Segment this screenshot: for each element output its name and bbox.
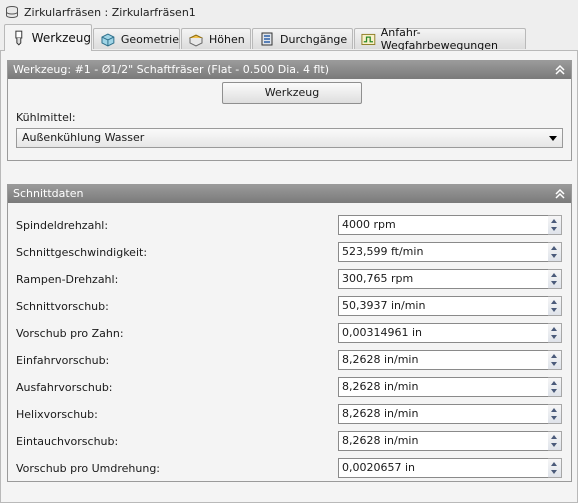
spin-down-icon[interactable] — [551, 281, 557, 285]
spin-buttons[interactable] — [548, 404, 562, 424]
linking-icon — [361, 33, 376, 45]
row-label: Schnittvorschub: — [16, 300, 109, 313]
coolant-label: Kühlmittel: — [16, 111, 76, 124]
spindle-speed-input[interactable]: 4000 rpm — [338, 215, 549, 235]
tool-section-header[interactable]: Werkzeug: #1 - Ø1/2" Schaftfräser (Flat … — [8, 61, 571, 79]
row-label: Helixvorschub: — [16, 408, 98, 421]
feed-per-revolution-row: Vorschub pro Umdrehung: 0,0020657 in — [8, 458, 573, 478]
spin-up-icon[interactable] — [551, 381, 557, 385]
cutting-speed-input[interactable]: 523,599 ft/min — [338, 242, 549, 262]
row-label: Einfahrvorschub: — [16, 354, 110, 367]
spin-down-icon[interactable] — [551, 308, 557, 312]
passes-icon — [261, 32, 273, 46]
spin-down-icon[interactable] — [551, 362, 557, 366]
spin-up-icon[interactable] — [551, 246, 557, 250]
row-label: Spindeldrehzahl: — [16, 219, 109, 232]
tool-section-title: Werkzeug: #1 - Ø1/2" Schaftfräser (Flat … — [13, 63, 330, 76]
feed-per-tooth-row: Vorschub pro Zahn: 0,00314961 in — [8, 323, 573, 343]
row-label: Rampen-Drehzahl: — [16, 273, 119, 286]
spin-up-icon[interactable] — [551, 273, 557, 277]
cutting-speed-row: Schnittgeschwindigkeit: 523,599 ft/min — [8, 242, 573, 262]
spin-down-icon[interactable] — [551, 335, 557, 339]
plunge-feed-input[interactable]: 8,2628 in/min — [338, 431, 549, 451]
tab-label: Durchgänge — [280, 32, 348, 46]
spin-buttons[interactable] — [548, 242, 562, 262]
lead-in-feed-row: Einfahrvorschub: 8,2628 in/min — [8, 350, 573, 370]
row-label: Vorschub pro Umdrehung: — [16, 462, 161, 475]
tab-anfahr-wegfahr[interactable]: Anfahr-Wegfahrbewegungen — [354, 26, 526, 52]
cutting-data-title: Schnittdaten — [13, 187, 84, 200]
spin-buttons[interactable] — [548, 458, 562, 478]
feed-per-tooth-input[interactable]: 0,00314961 in — [338, 323, 549, 343]
row-label: Vorschub pro Zahn: — [16, 327, 124, 340]
coolant-select[interactable]: Außenkühlung Wasser — [16, 128, 563, 148]
tab-durchgaenge[interactable]: Durchgänge — [252, 28, 353, 49]
lead-out-feed-row: Ausfahrvorschub: 8,2628 in/min — [8, 377, 573, 397]
spin-buttons[interactable] — [548, 215, 562, 235]
helix-feed-row: Helixvorschub: 8,2628 in/min — [8, 404, 573, 424]
spin-down-icon[interactable] — [551, 227, 557, 231]
spin-buttons[interactable] — [548, 377, 562, 397]
row-label: Schnittgeschwindigkeit: — [16, 246, 148, 259]
title-bar: Zirkularfräsen : Zirkularfräsen1 — [0, 0, 578, 24]
spin-buttons[interactable] — [548, 269, 562, 289]
tool-section: Werkzeug: #1 - Ø1/2" Schaftfräser (Flat … — [7, 60, 572, 161]
lead-in-feed-input[interactable]: 8,2628 in/min — [338, 350, 549, 370]
ramp-speed-input[interactable]: 300,765 rpm — [338, 269, 549, 289]
tab-geometrie[interactable]: Geometrie — [93, 28, 180, 49]
spin-buttons[interactable] — [548, 296, 562, 316]
window-title: Zirkularfräsen : Zirkularfräsen1 — [24, 5, 196, 19]
coolant-value: Außenkühlung Wasser — [22, 131, 145, 144]
tab-hoehen[interactable]: Höhen — [181, 28, 251, 49]
spin-down-icon[interactable] — [551, 389, 557, 393]
spin-buttons[interactable] — [548, 350, 562, 370]
tab-label: Höhen — [209, 32, 245, 46]
tab-label: Anfahr-Wegfahrbewegungen — [380, 26, 498, 52]
select-tool-button[interactable]: Werkzeug — [222, 82, 362, 104]
spin-up-icon[interactable] — [551, 300, 557, 304]
spin-up-icon[interactable] — [551, 462, 557, 466]
spin-up-icon[interactable] — [551, 327, 557, 331]
tool-icon — [15, 30, 23, 46]
plunge-feed-row: Eintauchvorschub: 8,2628 in/min — [8, 431, 573, 451]
spin-down-icon[interactable] — [551, 254, 557, 258]
spin-up-icon[interactable] — [551, 408, 557, 412]
cutting-data-header[interactable]: Schnittdaten — [8, 185, 571, 203]
spin-buttons[interactable] — [548, 323, 562, 343]
row-label: Ausfahrvorschub: — [16, 381, 113, 394]
ramp-speed-row: Rampen-Drehzahl: 300,765 rpm — [8, 269, 573, 289]
tab-label: Werkzeug — [31, 31, 91, 45]
spin-up-icon[interactable] — [551, 219, 557, 223]
cutting-feed-row: Schnittvorschub: 50,3937 in/min — [8, 296, 573, 316]
database-icon — [6, 6, 18, 18]
helix-feed-input[interactable]: 8,2628 in/min — [338, 404, 549, 424]
spin-buttons[interactable] — [548, 431, 562, 451]
tab-content-panel: Werkzeug: #1 - Ø1/2" Schaftfräser (Flat … — [0, 50, 578, 503]
spin-down-icon[interactable] — [551, 443, 557, 447]
spin-up-icon[interactable] — [551, 354, 557, 358]
feed-per-revolution-input[interactable]: 0,0020657 in — [338, 458, 549, 478]
tab-label: Geometrie — [120, 32, 179, 46]
tab-werkzeug[interactable]: Werkzeug — [4, 24, 92, 51]
collapse-icon[interactable] — [554, 62, 566, 78]
tab-bar: Werkzeug Geometrie Höhen Durchgänge Anfa… — [0, 24, 578, 52]
spin-down-icon[interactable] — [551, 416, 557, 420]
lead-out-feed-input[interactable]: 8,2628 in/min — [338, 377, 549, 397]
cutting-data-section: Schnittdaten Spindeldrehzahl: 4000 rpm S… — [7, 184, 572, 482]
collapse-icon[interactable] — [554, 186, 566, 202]
spin-down-icon[interactable] — [551, 470, 557, 474]
spindle-speed-row: Spindeldrehzahl: 4000 rpm — [8, 215, 573, 235]
row-label: Eintauchvorschub: — [16, 435, 119, 448]
heights-icon — [188, 34, 204, 47]
spin-up-icon[interactable] — [551, 435, 557, 439]
chevron-down-icon — [549, 136, 557, 141]
cutting-feed-input[interactable]: 50,3937 in/min — [338, 296, 549, 316]
geometry-icon — [101, 33, 115, 47]
